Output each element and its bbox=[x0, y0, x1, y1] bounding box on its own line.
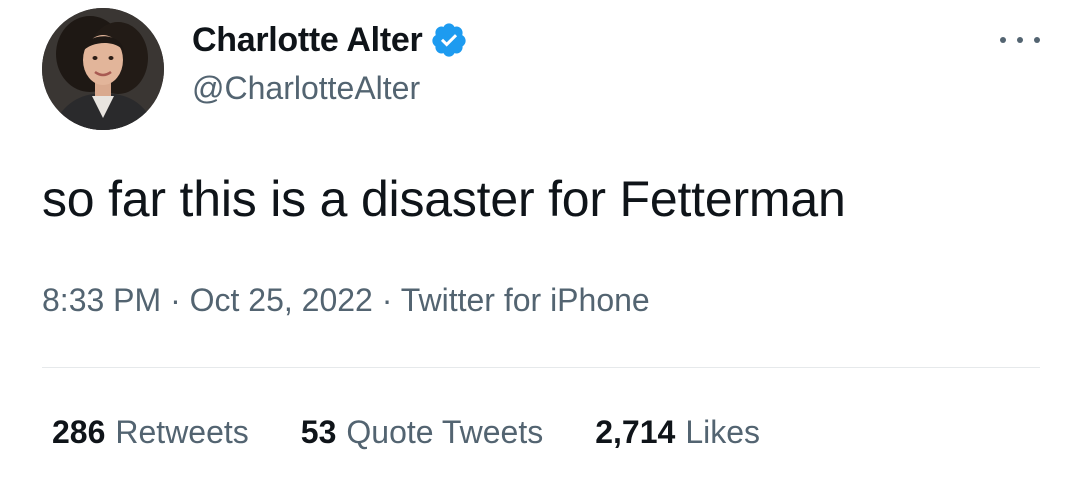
more-options-icon[interactable] bbox=[1000, 28, 1040, 52]
likes-label: Likes bbox=[685, 414, 761, 450]
quote-tweets-stat[interactable]: 53 Quote Tweets bbox=[301, 414, 543, 451]
dot bbox=[1017, 37, 1023, 43]
quote-tweets-label: Quote Tweets bbox=[346, 414, 544, 450]
dot bbox=[1034, 37, 1040, 43]
dot bbox=[1000, 37, 1006, 43]
retweets-count: 286 bbox=[52, 414, 106, 450]
tweet-source-link[interactable]: Twitter for iPhone bbox=[401, 282, 650, 318]
verified-badge-icon bbox=[430, 21, 468, 59]
retweets-label: Retweets bbox=[115, 414, 249, 450]
author-handle[interactable]: @CharlotteAlter bbox=[192, 70, 420, 107]
meta-separator: · bbox=[170, 282, 190, 318]
likes-count: 2,714 bbox=[595, 414, 676, 450]
quote-tweets-count: 53 bbox=[300, 414, 337, 450]
author-name-row: Charlotte Alter bbox=[192, 20, 468, 60]
avatar[interactable] bbox=[42, 8, 164, 130]
meta-separator: · bbox=[381, 282, 401, 318]
author-display-name[interactable]: Charlotte Alter bbox=[192, 21, 423, 60]
tweet-text: so far this is a disaster for Fetterman bbox=[42, 171, 846, 227]
tweet-time[interactable]: 8:33 PM bbox=[42, 282, 161, 318]
divider bbox=[42, 367, 1040, 368]
tweet-stats: 286 Retweets 53 Quote Tweets 2,714 Likes bbox=[52, 414, 812, 451]
retweets-stat[interactable]: 286 Retweets bbox=[52, 414, 249, 451]
tweet-date[interactable]: Oct 25, 2022 bbox=[190, 282, 373, 318]
likes-stat[interactable]: 2,714 Likes bbox=[595, 414, 760, 451]
tweet-meta: 8:33 PM · Oct 25, 2022 · Twitter for iPh… bbox=[42, 282, 650, 319]
profile-photo bbox=[42, 8, 164, 130]
